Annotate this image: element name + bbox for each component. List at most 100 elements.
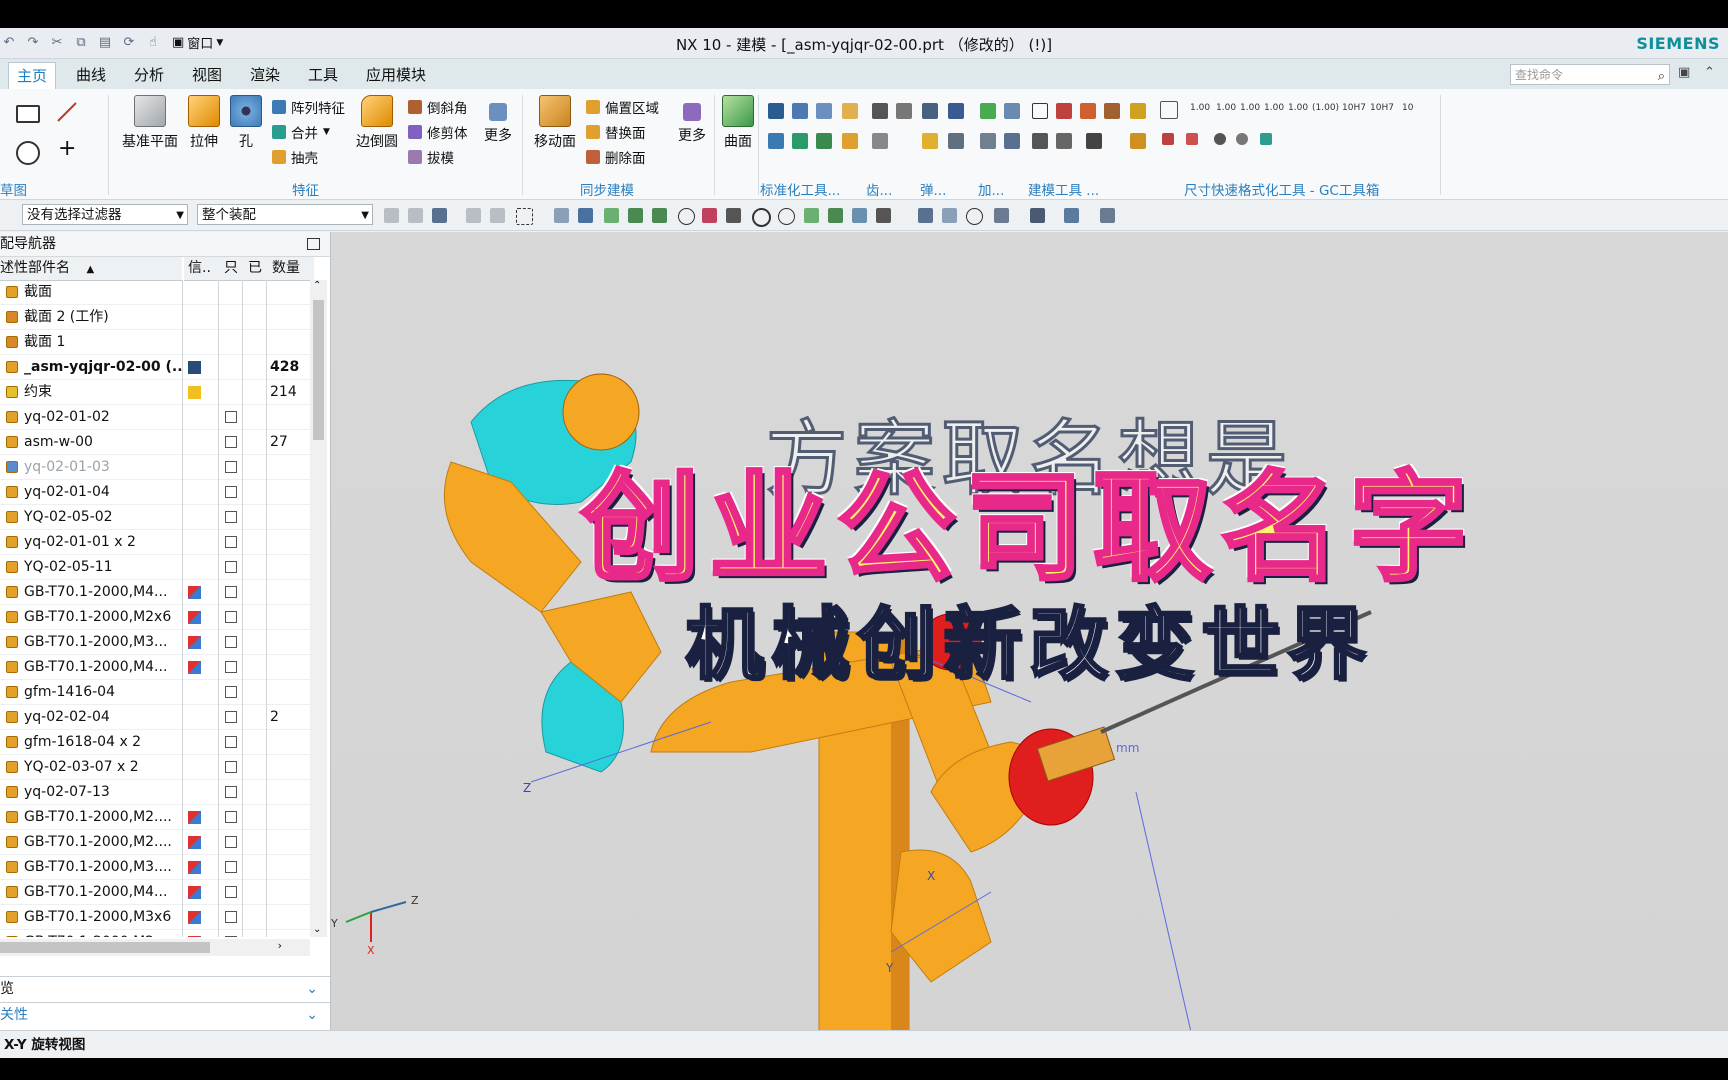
tab-tools[interactable]: 工具 [300, 62, 346, 88]
view-tool-icon[interactable] [942, 208, 957, 223]
column-header-name[interactable]: 描述性部件名 ▲ [0, 257, 182, 281]
readonly-checkbox[interactable] [225, 861, 237, 873]
readonly-checkbox[interactable] [225, 536, 237, 548]
view-tool-icon[interactable] [918, 208, 933, 223]
trim-body-button[interactable]: 修剪体 [408, 122, 468, 142]
selection-scope-dropdown[interactable]: 整个装配 ▼ [197, 204, 373, 225]
navigator-vertical-scrollbar[interactable]: ⌃ ⌄ [310, 280, 327, 937]
column-header-info[interactable]: 信.. [184, 257, 222, 281]
tree-row[interactable]: yq-02-01-04 [0, 480, 310, 505]
cut-icon[interactable]: ✂ [48, 34, 66, 52]
tab-curve[interactable]: 曲线 [68, 62, 114, 88]
machining-tool-icon[interactable] [1004, 133, 1020, 149]
type-filter-dropdown[interactable]: 没有选择过滤器 ▼ [22, 204, 188, 225]
chevron-down-icon[interactable]: ⌄ [306, 1003, 318, 1028]
dimension-tool-icon[interactable] [1160, 101, 1178, 119]
edge-blend-button[interactable]: 边倒圆 [356, 95, 398, 151]
render-style-icon[interactable] [1030, 208, 1045, 223]
readonly-checkbox[interactable] [225, 486, 237, 498]
tree-row[interactable]: 截面 1 [0, 330, 310, 355]
hole-button[interactable]: 孔 [230, 95, 262, 151]
view-tool-icon[interactable] [1100, 208, 1115, 223]
dim-format-button[interactable]: 1.00 [1190, 103, 1210, 113]
tree-row[interactable]: GB-T70.1-2000,M3.... [0, 855, 310, 880]
tree-row[interactable]: GB-T70.1-2000,M2.... [0, 830, 310, 855]
select-tool-icon[interactable] [408, 208, 423, 223]
chevron-up-icon[interactable]: ⌃ [313, 280, 321, 291]
standard-tool-icon[interactable] [768, 103, 784, 119]
modeling-tool-icon[interactable] [1086, 133, 1102, 149]
snap-icon[interactable] [828, 208, 843, 223]
snap-icon[interactable] [678, 208, 695, 225]
select-tool-icon[interactable] [432, 208, 447, 223]
readonly-checkbox[interactable] [225, 936, 237, 937]
command-search-input[interactable]: 查找命令 ⌕ [1510, 64, 1670, 85]
readonly-checkbox[interactable] [225, 911, 237, 923]
standard-tool-icon[interactable] [792, 133, 808, 149]
dim-format-button[interactable]: 10 [1402, 103, 1413, 113]
tree-row[interactable]: YQ-02-03-07 x 2 [0, 755, 310, 780]
readonly-checkbox[interactable] [225, 636, 237, 648]
spring-tool-icon[interactable] [948, 103, 964, 119]
modeling-tool-icon[interactable] [1056, 103, 1072, 119]
dim-format-button[interactable]: 1.00 [1240, 103, 1260, 113]
tree-row[interactable]: GB-T70.1-2000,M4... [0, 880, 310, 905]
column-header-readonly[interactable]: 只 [220, 257, 246, 281]
rectangle-select-icon[interactable] [516, 208, 533, 225]
column-header-modified[interactable]: 已 [244, 257, 270, 281]
standard-tool-icon[interactable] [816, 103, 832, 119]
standard-tool-icon[interactable] [768, 133, 784, 149]
readonly-checkbox[interactable] [225, 811, 237, 823]
readonly-checkbox[interactable] [225, 661, 237, 673]
tree-row[interactable]: 截面 [0, 280, 310, 305]
scrollbar-thumb[interactable] [313, 300, 324, 440]
replace-face-button[interactable]: 替换面 [586, 122, 646, 142]
modeling-tool-icon[interactable] [1056, 133, 1072, 149]
snap-icon[interactable] [852, 208, 867, 223]
undo-icon[interactable]: ↶ [0, 34, 18, 52]
snap-icon[interactable] [554, 208, 569, 223]
tree-row[interactable]: yq-02-01-01 x 2 [0, 530, 310, 555]
tree-row[interactable]: GB-T70.1-2000,M2x6 [0, 605, 310, 630]
machining-tool-icon[interactable] [1004, 103, 1020, 119]
tab-analysis[interactable]: 分析 [126, 62, 172, 88]
chevron-right-icon[interactable]: › [278, 939, 282, 952]
view-orientation-icon[interactable] [1064, 208, 1079, 223]
tree-row[interactable]: GB-T70.1-2000,M4... [0, 655, 310, 680]
gear-tool-icon[interactable] [872, 103, 888, 119]
chevron-down-icon[interactable]: ⌄ [306, 977, 318, 1002]
readonly-checkbox[interactable] [225, 461, 237, 473]
snap-icon[interactable] [804, 208, 819, 223]
spring-tool-icon[interactable] [922, 103, 938, 119]
dim-format-button[interactable]: 1.00 [1216, 103, 1236, 113]
gc-tool-icon[interactable] [1130, 103, 1146, 119]
modeling-tool-icon[interactable] [1104, 103, 1120, 119]
touch-mode-icon[interactable]: ☝ [144, 34, 162, 52]
tree-row[interactable]: GB-T70.1-2000,M4... [0, 580, 310, 605]
tree-row[interactable]: YQ-02-05-11 [0, 555, 310, 580]
tree-row[interactable]: gfm-1618-04 x 2 [0, 730, 310, 755]
graphics-window[interactable]: mm Z Y X Y Z X 方案取名想是 创业公司取名字 机械创新改变世界 [331, 232, 1728, 1030]
snap-icon[interactable] [628, 208, 643, 223]
machining-tool-icon[interactable] [980, 103, 996, 119]
dim-format-button[interactable]: 10H7 [1370, 103, 1394, 113]
tab-application[interactable]: 应用模块 [358, 62, 434, 88]
readonly-checkbox[interactable] [225, 886, 237, 898]
snap-icon[interactable] [652, 208, 667, 223]
standard-tool-icon[interactable] [816, 133, 832, 149]
dim-format-button[interactable]: 1.00 [1288, 103, 1308, 113]
snap-icon[interactable] [726, 208, 741, 223]
readonly-checkbox[interactable] [225, 511, 237, 523]
pattern-feature-button[interactable]: 阵列特征 [272, 97, 345, 117]
readonly-checkbox[interactable] [225, 761, 237, 773]
scrollbar-thumb[interactable] [0, 942, 210, 953]
dim-format-button[interactable]: (1.00) [1312, 103, 1339, 113]
select-tool-icon[interactable] [490, 208, 505, 223]
readonly-checkbox[interactable] [225, 786, 237, 798]
unite-button[interactable]: 合并 ▼ [272, 122, 330, 142]
line-icon[interactable] [56, 101, 77, 122]
tree-row[interactable]: yq-02-07-13 [0, 780, 310, 805]
tab-home[interactable]: 主页 [8, 62, 57, 89]
feature-more-button[interactable]: 更多 [484, 103, 512, 145]
navigator-horizontal-scrollbar[interactable]: › [0, 939, 310, 956]
